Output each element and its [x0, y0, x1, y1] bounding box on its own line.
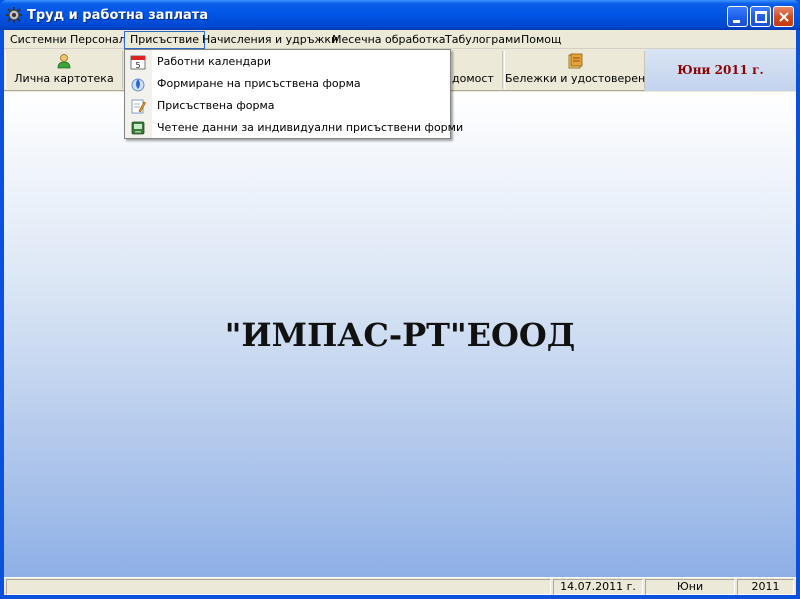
menu-monthly-processing[interactable]: Месечна обработка	[327, 31, 451, 49]
title-bar[interactable]: Труд и работна заплата	[0, 0, 800, 30]
status-month: Юни	[645, 579, 735, 595]
form-edit-icon	[130, 98, 146, 114]
menu-payroll-sheets[interactable]: Табулограми	[440, 31, 525, 49]
app-window: Труд и работна заплата Системни Персонал…	[0, 0, 800, 599]
person-icon	[56, 53, 72, 69]
drop-icon	[130, 76, 146, 92]
menu-item-label: Работни календари	[157, 55, 271, 68]
notebook-icon	[567, 53, 583, 69]
period-label: Юни 2011 г.	[677, 63, 764, 77]
window-title: Труд и работна заплата	[27, 8, 209, 23]
svg-text:5: 5	[135, 61, 140, 70]
menu-accruals-deductions[interactable]: Начисления и удръжки	[197, 31, 343, 49]
minimize-button[interactable]	[727, 6, 748, 27]
status-year: 2011	[737, 579, 794, 595]
attendance-dropdown-menu: 5 Работни календари Формиране на присъст…	[124, 49, 463, 139]
menu-personnel[interactable]: Персонал	[65, 31, 131, 49]
period-panel: Юни 2011 г.	[645, 49, 796, 91]
close-button[interactable]	[773, 6, 794, 27]
menu-item-label: Присъствена форма	[157, 99, 275, 112]
status-date: 14.07.2011 г.	[553, 579, 643, 595]
notes-certificates-button[interactable]: Бележки и удостоверения	[504, 51, 659, 89]
main-area: "ИМПАС-РТ"ЕООД	[4, 92, 796, 577]
menu-attendance[interactable]: Присъствие	[124, 31, 206, 49]
menu-item-read-individual-forms[interactable]: Четене данни за индивидуални присъствени…	[125, 117, 463, 139]
reader-device-icon	[130, 120, 146, 136]
status-bar: 14.07.2011 г. Юни 2011	[4, 577, 796, 595]
personal-file-label: Лична картотека	[14, 72, 114, 85]
notes-certificates-label: Бележки и удостоверения	[505, 72, 659, 85]
menu-help[interactable]: Помощ	[516, 31, 566, 49]
menu-item-attendance-form[interactable]: Присъствена форма	[125, 95, 450, 117]
gear-icon[interactable]	[6, 7, 22, 23]
client-area: Системни Персонал Присъствие Начисления …	[4, 30, 796, 595]
menu-item-label: Формиране на присъствена форма	[157, 77, 361, 90]
menu-item-label: Четене данни за индивидуални присъствени…	[157, 121, 464, 134]
payroll-button[interactable]: домост	[451, 51, 503, 89]
menu-item-work-calendars[interactable]: 5 Работни календари	[125, 51, 450, 73]
calendar-icon: 5	[130, 54, 146, 70]
payroll-label: домост	[452, 72, 494, 85]
status-panel-main	[6, 579, 551, 595]
maximize-button[interactable]	[750, 6, 771, 27]
personal-file-button[interactable]: Лична картотека	[5, 51, 123, 89]
menu-bar: Системни Персонал Присъствие Начисления …	[4, 30, 796, 49]
menu-system[interactable]: Системни	[5, 31, 72, 49]
company-name: "ИМПАС-РТ"ЕООД	[224, 316, 576, 354]
menu-item-generate-attendance-form[interactable]: Формиране на присъствена форма	[125, 73, 450, 95]
